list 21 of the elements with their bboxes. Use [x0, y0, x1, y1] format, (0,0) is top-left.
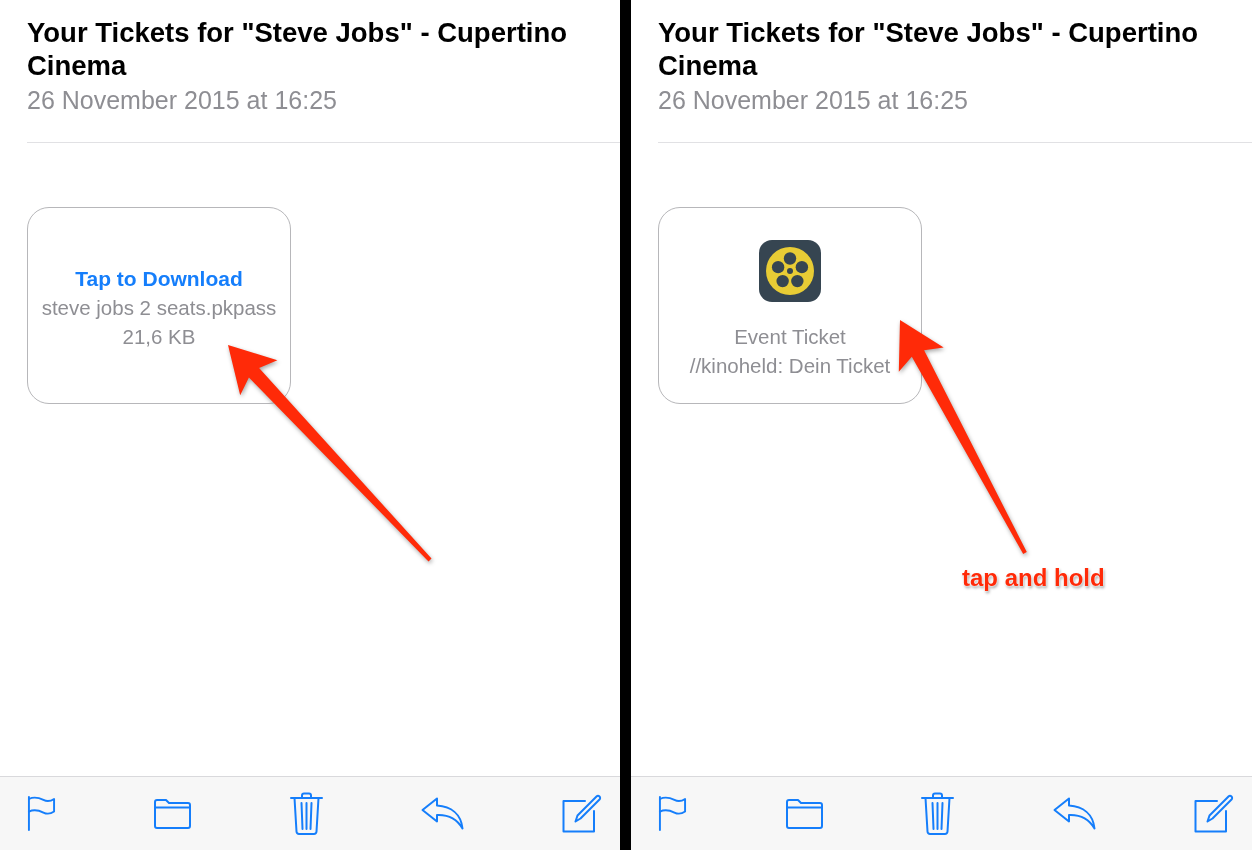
download-link[interactable]: Tap to Download [75, 264, 243, 293]
file-name: steve jobs 2 seats.pkpass [41, 295, 277, 321]
email-subject: Your Tickets for "Steve Jobs" - Cupertino Cinema [658, 16, 1200, 82]
trash-icon[interactable] [289, 792, 323, 835]
compose-icon[interactable] [562, 794, 602, 833]
film-reel-icon [759, 240, 821, 302]
email-date: 26 November 2015 at 16:25 [27, 86, 338, 114]
reply-icon[interactable] [1052, 797, 1096, 830]
compose-icon[interactable] [1194, 794, 1234, 833]
email-subject: Your Tickets for "Steve Jobs" - Cupertino Cinema [27, 16, 569, 82]
pass-type: Event Ticket [734, 324, 846, 350]
flag-icon[interactable] [658, 796, 687, 831]
annotation-label: tap and hold [962, 564, 1105, 592]
reply-icon[interactable] [420, 797, 464, 830]
trash-icon[interactable] [921, 792, 954, 835]
folder-icon[interactable] [154, 798, 192, 829]
file-size: 21,6 KB [122, 324, 196, 350]
pass-description: //kinoheld: Dein Ticket [689, 353, 891, 379]
email-date: 26 November 2015 at 16:25 [658, 86, 969, 114]
folder-icon[interactable] [785, 798, 823, 829]
flag-icon[interactable] [27, 796, 56, 831]
